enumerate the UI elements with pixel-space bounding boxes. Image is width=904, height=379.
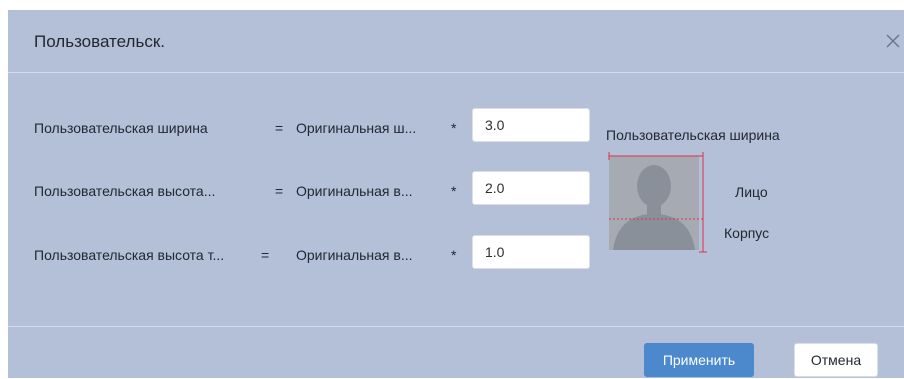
dialog-header: Пользовательск. (8, 10, 904, 73)
preview-title: Пользовательская ширина (606, 127, 780, 143)
custom-body-height-label: Пользовательская высота т... (34, 247, 225, 263)
equals-sign: = (275, 183, 284, 199)
width-multiplier-input[interactable] (472, 108, 590, 142)
original-height-label: Оригинальная в... (296, 183, 413, 199)
cancel-button[interactable]: Отмена (794, 343, 878, 377)
dialog-title: Пользовательск. (34, 32, 165, 51)
close-icon[interactable] (882, 30, 904, 52)
multiply-sign: * (451, 120, 457, 136)
equals-sign: = (275, 120, 284, 136)
apply-button[interactable]: Применить (644, 343, 754, 377)
multiply-sign: * (451, 183, 457, 199)
custom-height-label: Пользовательская высота... (34, 183, 216, 199)
multiply-sign: * (451, 247, 457, 263)
height-multiplier-input[interactable] (472, 171, 590, 205)
face-label: Лицо (735, 184, 768, 200)
size-guides (608, 152, 707, 253)
custom-width-label: Пользовательская ширина (34, 120, 208, 136)
body-label: Корпус (724, 225, 770, 241)
custom-size-dialog: Пользовательск. Пользовательская ширина … (8, 10, 904, 378)
original-body-height-label: Оригинальная в... (296, 247, 413, 263)
dialog-footer: Применить Отмена (8, 326, 904, 379)
original-width-label: Оригинальная ш... (296, 120, 417, 136)
body-height-multiplier-input[interactable] (472, 235, 590, 269)
equals-sign: = (261, 247, 270, 263)
